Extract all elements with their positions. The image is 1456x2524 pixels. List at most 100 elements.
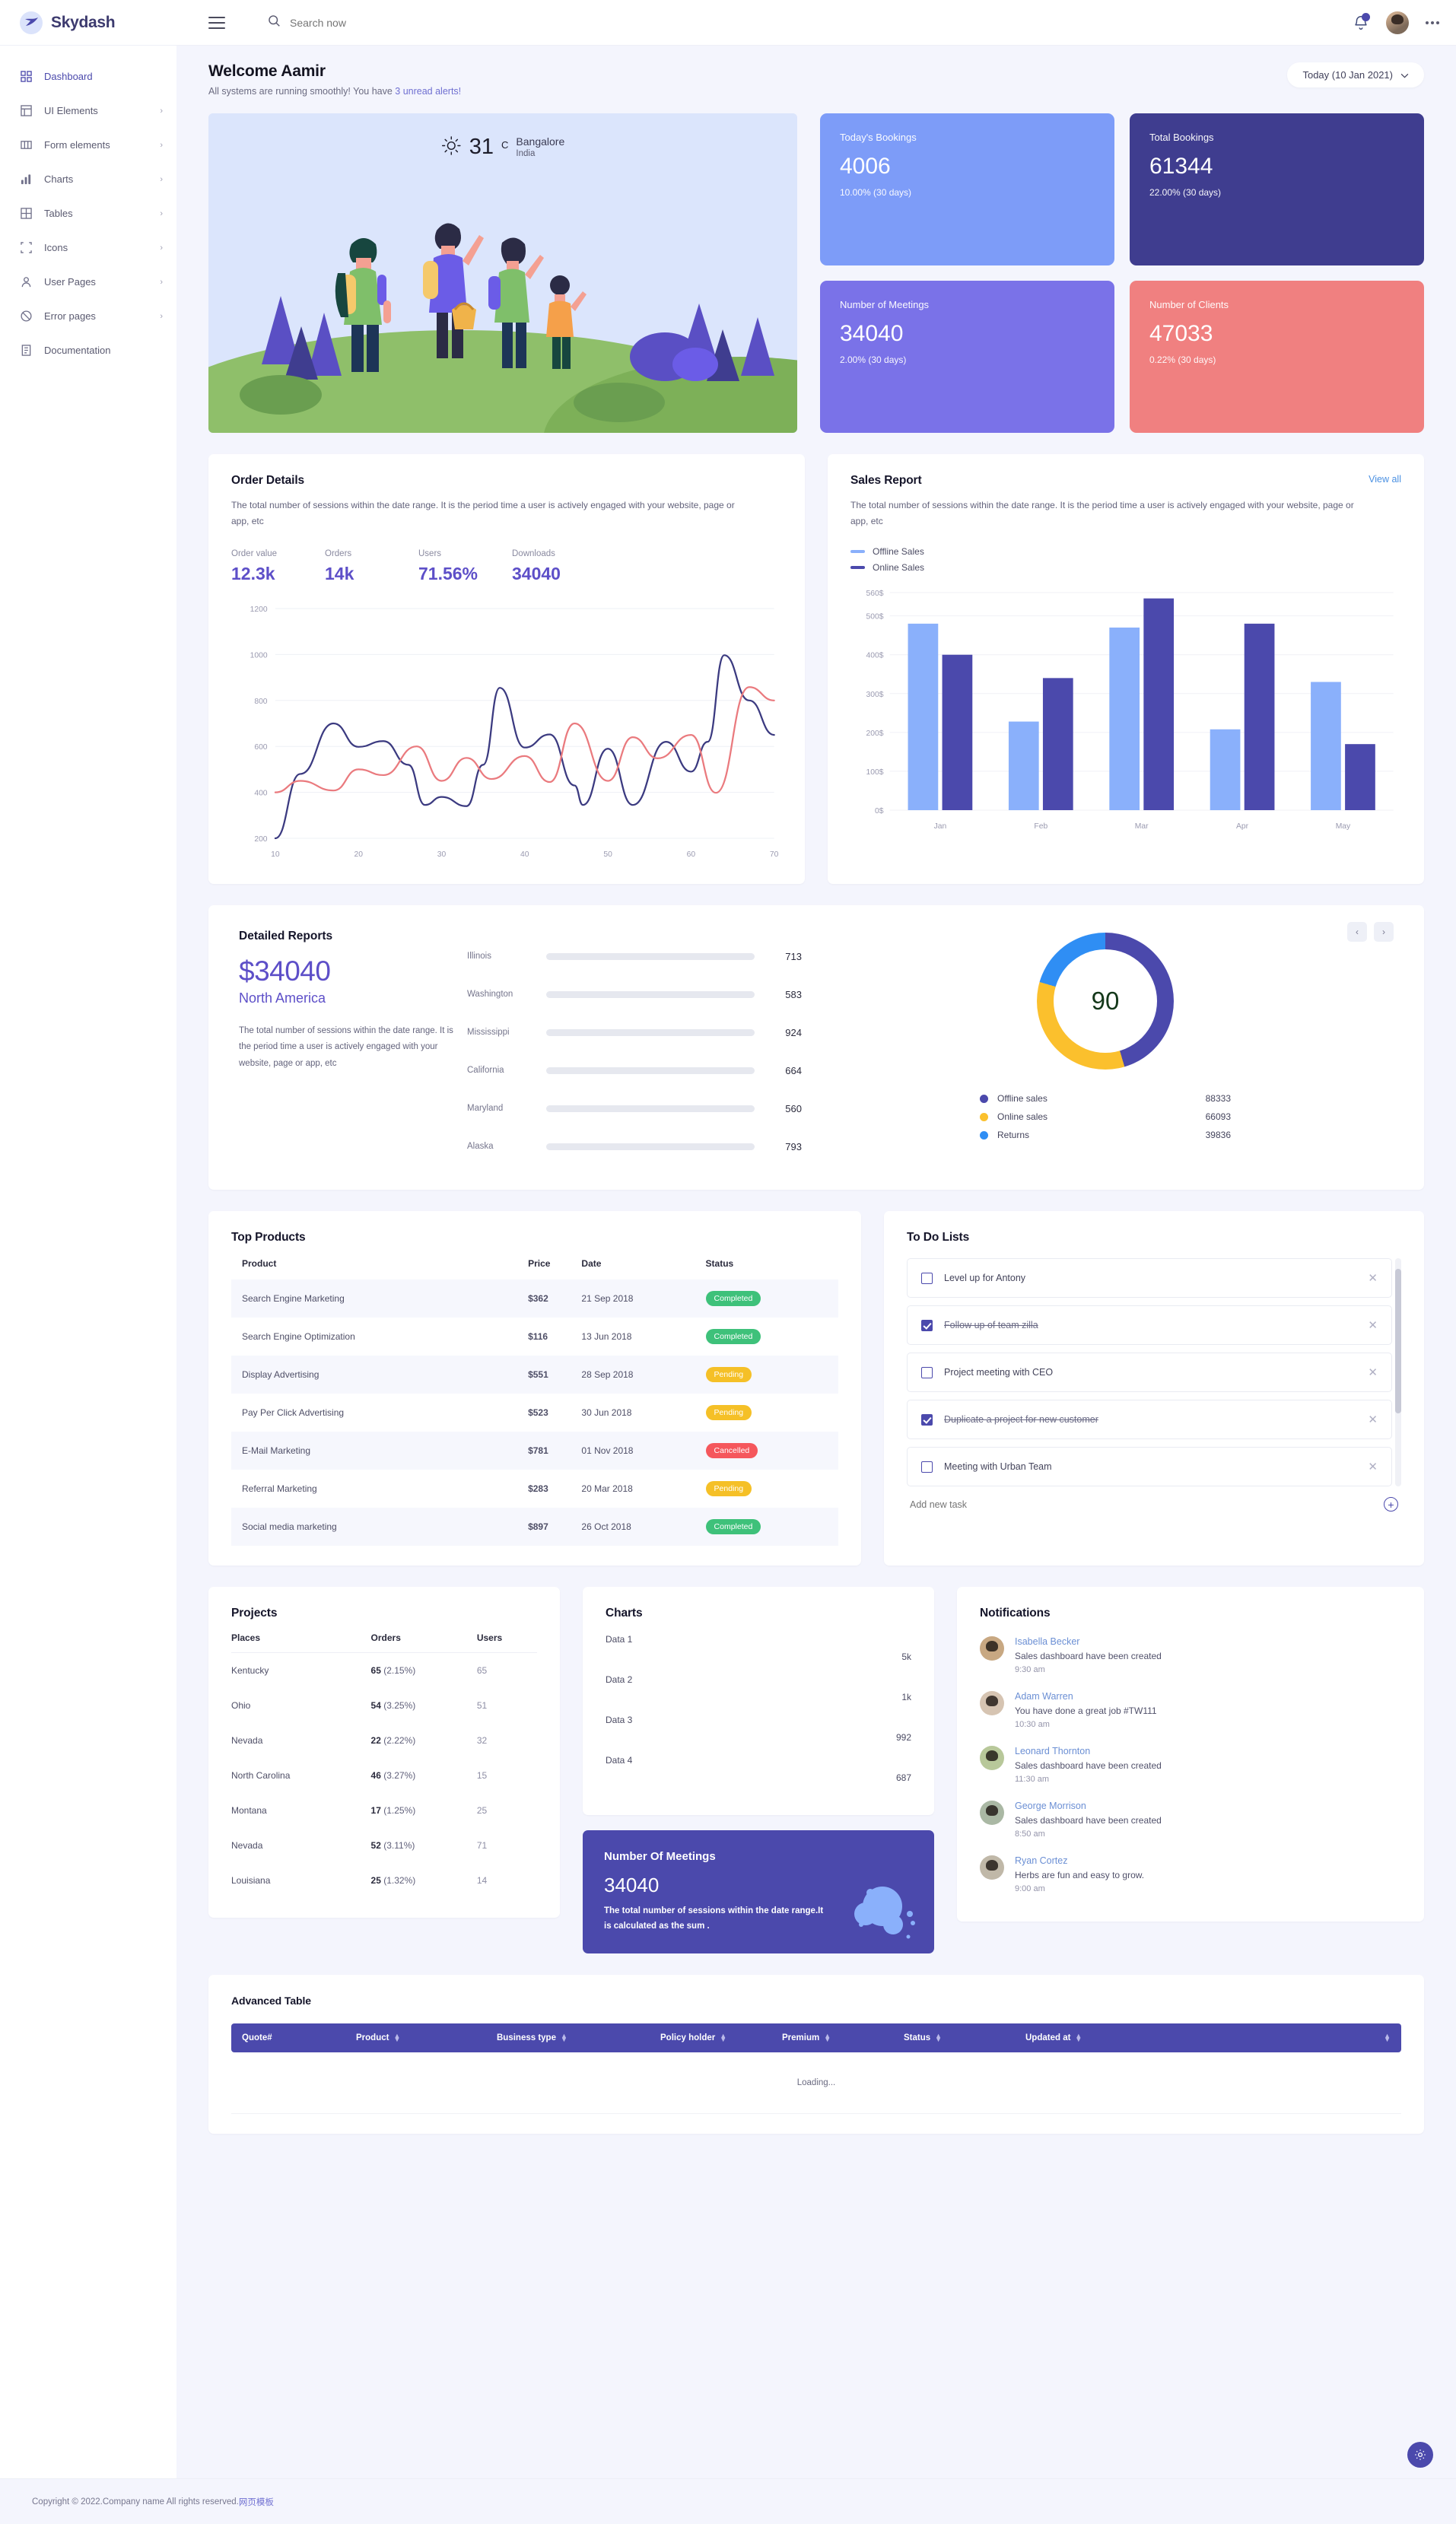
- brand-logo[interactable]: Skydash: [0, 11, 176, 34]
- sidebar-item-dashboard[interactable]: Dashboard: [0, 59, 176, 94]
- progress-track: [546, 1105, 755, 1112]
- sidebar-item-icons[interactable]: Icons ›: [0, 230, 176, 265]
- prev-arrow-icon[interactable]: ‹: [1347, 922, 1367, 942]
- table-row[interactable]: Montana 17 (1.25%) 25: [231, 1793, 537, 1828]
- legend-label: Offline Sales: [873, 546, 924, 557]
- add-task-button[interactable]: +: [1384, 1497, 1398, 1512]
- order-line-chart[interactable]: 2004006008001000120010203040506070: [231, 598, 782, 864]
- todo-item[interactable]: Project meeting with CEO ✕: [907, 1353, 1392, 1392]
- sidebar-item-documentation[interactable]: Documentation: [0, 333, 176, 367]
- todo-remove-icon[interactable]: ✕: [1368, 1460, 1378, 1473]
- sidebar-item-error-pages[interactable]: Error pages ›: [0, 299, 176, 333]
- search-box[interactable]: [268, 14, 533, 31]
- todo-checkbox[interactable]: [921, 1461, 933, 1473]
- todo-remove-icon[interactable]: ✕: [1368, 1318, 1378, 1332]
- next-arrow-icon[interactable]: ›: [1374, 922, 1394, 942]
- sidebar-item-charts[interactable]: Charts ›: [0, 162, 176, 196]
- adv-col-premium[interactable]: Premium ▲▼: [782, 2033, 904, 2042]
- table-row[interactable]: Display Advertising $551 28 Sep 2018 Pen…: [231, 1356, 838, 1394]
- todo-checkbox[interactable]: [921, 1273, 933, 1284]
- sort-icon[interactable]: ▲▼: [393, 2034, 400, 2042]
- adv-col-policy-holder[interactable]: Policy holder ▲▼: [660, 2033, 782, 2042]
- notification-item[interactable]: Leonard Thornton Sales dashboard have be…: [980, 1737, 1401, 1792]
- adv-col-status[interactable]: Status ▲▼: [904, 2033, 1025, 2042]
- unread-alerts-link[interactable]: 3 unread alerts!: [395, 86, 461, 97]
- chart-bar-value: 992: [882, 1732, 911, 1743]
- notification-name[interactable]: Adam Warren: [1015, 1691, 1401, 1702]
- todo-item[interactable]: Level up for Antony ✕: [907, 1258, 1392, 1298]
- hero-illustration: 31 C BangaloreIndia: [208, 113, 797, 433]
- todo-item[interactable]: Duplicate a project for new customer ✕: [907, 1400, 1392, 1439]
- notification-item[interactable]: Isabella Becker Sales dashboard have bee…: [980, 1628, 1401, 1683]
- todo-checkbox[interactable]: [921, 1320, 933, 1331]
- sales-donut-chart[interactable]: 90: [1037, 933, 1174, 1070]
- col-price: Price: [528, 1245, 581, 1279]
- notification-name[interactable]: Isabella Becker: [1015, 1636, 1401, 1647]
- todo-scrollbar[interactable]: [1395, 1258, 1401, 1486]
- user-avatar[interactable]: [1386, 11, 1409, 34]
- sidebar-item-ui-elements[interactable]: UI Elements ›: [0, 94, 176, 128]
- todo-item[interactable]: Follow up of team zilla ✕: [907, 1305, 1392, 1345]
- view-all-link[interactable]: View all: [1369, 474, 1401, 485]
- table-row[interactable]: Referral Marketing $283 20 Mar 2018 Pend…: [231, 1470, 838, 1508]
- table-row[interactable]: Search Engine Optimization $116 13 Jun 2…: [231, 1318, 838, 1356]
- table-row[interactable]: Pay Per Click Advertising $523 30 Jun 20…: [231, 1394, 838, 1432]
- table-row[interactable]: Kentucky 65 (2.15%) 65: [231, 1653, 537, 1689]
- table-row[interactable]: North Carolina 46 (3.27%) 15: [231, 1758, 537, 1793]
- table-row[interactable]: Nevada 22 (2.22%) 32: [231, 1723, 537, 1758]
- sort-icon[interactable]: ▲▼: [720, 2034, 726, 2042]
- table-row[interactable]: Ohio 54 (3.25%) 51: [231, 1688, 537, 1723]
- notification-item[interactable]: George Morrison Sales dashboard have bee…: [980, 1792, 1401, 1847]
- search-input[interactable]: [290, 17, 533, 29]
- sort-icon[interactable]: ▲▼: [935, 2034, 942, 2042]
- footer-link[interactable]: 网页模板: [239, 2496, 274, 2508]
- sort-icon[interactable]: ▲▼: [561, 2034, 567, 2042]
- sort-icon[interactable]: ▲▼: [1384, 2034, 1391, 2042]
- notification-item[interactable]: Adam Warren You have done a great job #T…: [980, 1683, 1401, 1737]
- adv-col-quote-[interactable]: Quote#: [242, 2033, 356, 2042]
- sort-icon[interactable]: ▲▼: [1075, 2034, 1082, 2042]
- more-options-icon[interactable]: [1426, 21, 1439, 24]
- stat-card-total-bookings[interactable]: Total Bookings 61344 22.00% (30 days): [1130, 113, 1424, 265]
- table-row[interactable]: E-Mail Marketing $781 01 Nov 2018 Cancel…: [231, 1432, 838, 1470]
- new-task-input[interactable]: [910, 1499, 1384, 1510]
- sidebar-item-user-pages[interactable]: User Pages ›: [0, 265, 176, 299]
- notification-name[interactable]: Leonard Thornton: [1015, 1746, 1401, 1756]
- todo-remove-icon[interactable]: ✕: [1368, 1413, 1378, 1426]
- todo-checkbox[interactable]: [921, 1414, 933, 1426]
- todo-remove-icon[interactable]: ✕: [1368, 1365, 1378, 1379]
- date-range-picker[interactable]: Today (10 Jan 2021): [1287, 62, 1424, 87]
- adv-col-business-type[interactable]: Business type ▲▼: [497, 2033, 660, 2042]
- table-row[interactable]: Nevada 52 (3.11%) 71: [231, 1828, 537, 1863]
- stat-card-number-of-clients[interactable]: Number of Clients 47033 0.22% (30 days): [1130, 281, 1424, 433]
- table-row[interactable]: Search Engine Marketing $362 21 Sep 2018…: [231, 1279, 838, 1318]
- sidebar-item-form-elements[interactable]: Form elements ›: [0, 128, 176, 162]
- todo-remove-icon[interactable]: ✕: [1368, 1271, 1378, 1285]
- kpi-label: Order value: [231, 549, 325, 558]
- table-row[interactable]: Louisiana 25 (1.32%) 14: [231, 1863, 537, 1898]
- svg-text:70: 70: [770, 850, 779, 859]
- reports-row: Order Details The total number of sessio…: [208, 454, 1424, 884]
- sort-icon[interactable]: ▲▼: [824, 2034, 831, 2042]
- layout-icon: [20, 104, 33, 117]
- adv-col-product[interactable]: Product ▲▼: [356, 2033, 497, 2042]
- sales-bar-chart[interactable]: 0$100$200$300$400$500$560$JanFebMarAprMa…: [850, 585, 1401, 836]
- notification-name[interactable]: Ryan Cortez: [1015, 1855, 1401, 1866]
- grid-icon: [20, 70, 33, 83]
- todo-list[interactable]: Level up for Antony ✕ Follow up of team …: [907, 1258, 1401, 1486]
- stat-card-todays-bookings[interactable]: Today's Bookings 4006 10.00% (30 days): [820, 113, 1114, 265]
- stat-card-number-of-meetings[interactable]: Number of Meetings 34040 2.00% (30 days): [820, 281, 1114, 433]
- menu-toggle-icon[interactable]: [208, 17, 225, 29]
- chart-bar-label: Data 3: [606, 1715, 911, 1725]
- detailed-description: The total number of sessions within the …: [239, 1023, 459, 1072]
- settings-gear-icon[interactable]: [1407, 2442, 1433, 2468]
- notification-item[interactable]: Ryan Cortez Herbs are fun and easy to gr…: [980, 1847, 1401, 1902]
- adv-col-updated-at[interactable]: Updated at ▲▼: [1025, 2033, 1193, 2042]
- todo-item[interactable]: Meeting with Urban Team ✕: [907, 1447, 1392, 1486]
- notification-name[interactable]: George Morrison: [1015, 1801, 1401, 1811]
- sidebar-item-tables[interactable]: Tables ›: [0, 196, 176, 230]
- advanced-table-loading: Loading...: [231, 2052, 1401, 2114]
- table-row[interactable]: Social media marketing $897 26 Oct 2018 …: [231, 1508, 838, 1546]
- notifications-bell-icon[interactable]: [1353, 14, 1369, 31]
- todo-checkbox[interactable]: [921, 1367, 933, 1378]
